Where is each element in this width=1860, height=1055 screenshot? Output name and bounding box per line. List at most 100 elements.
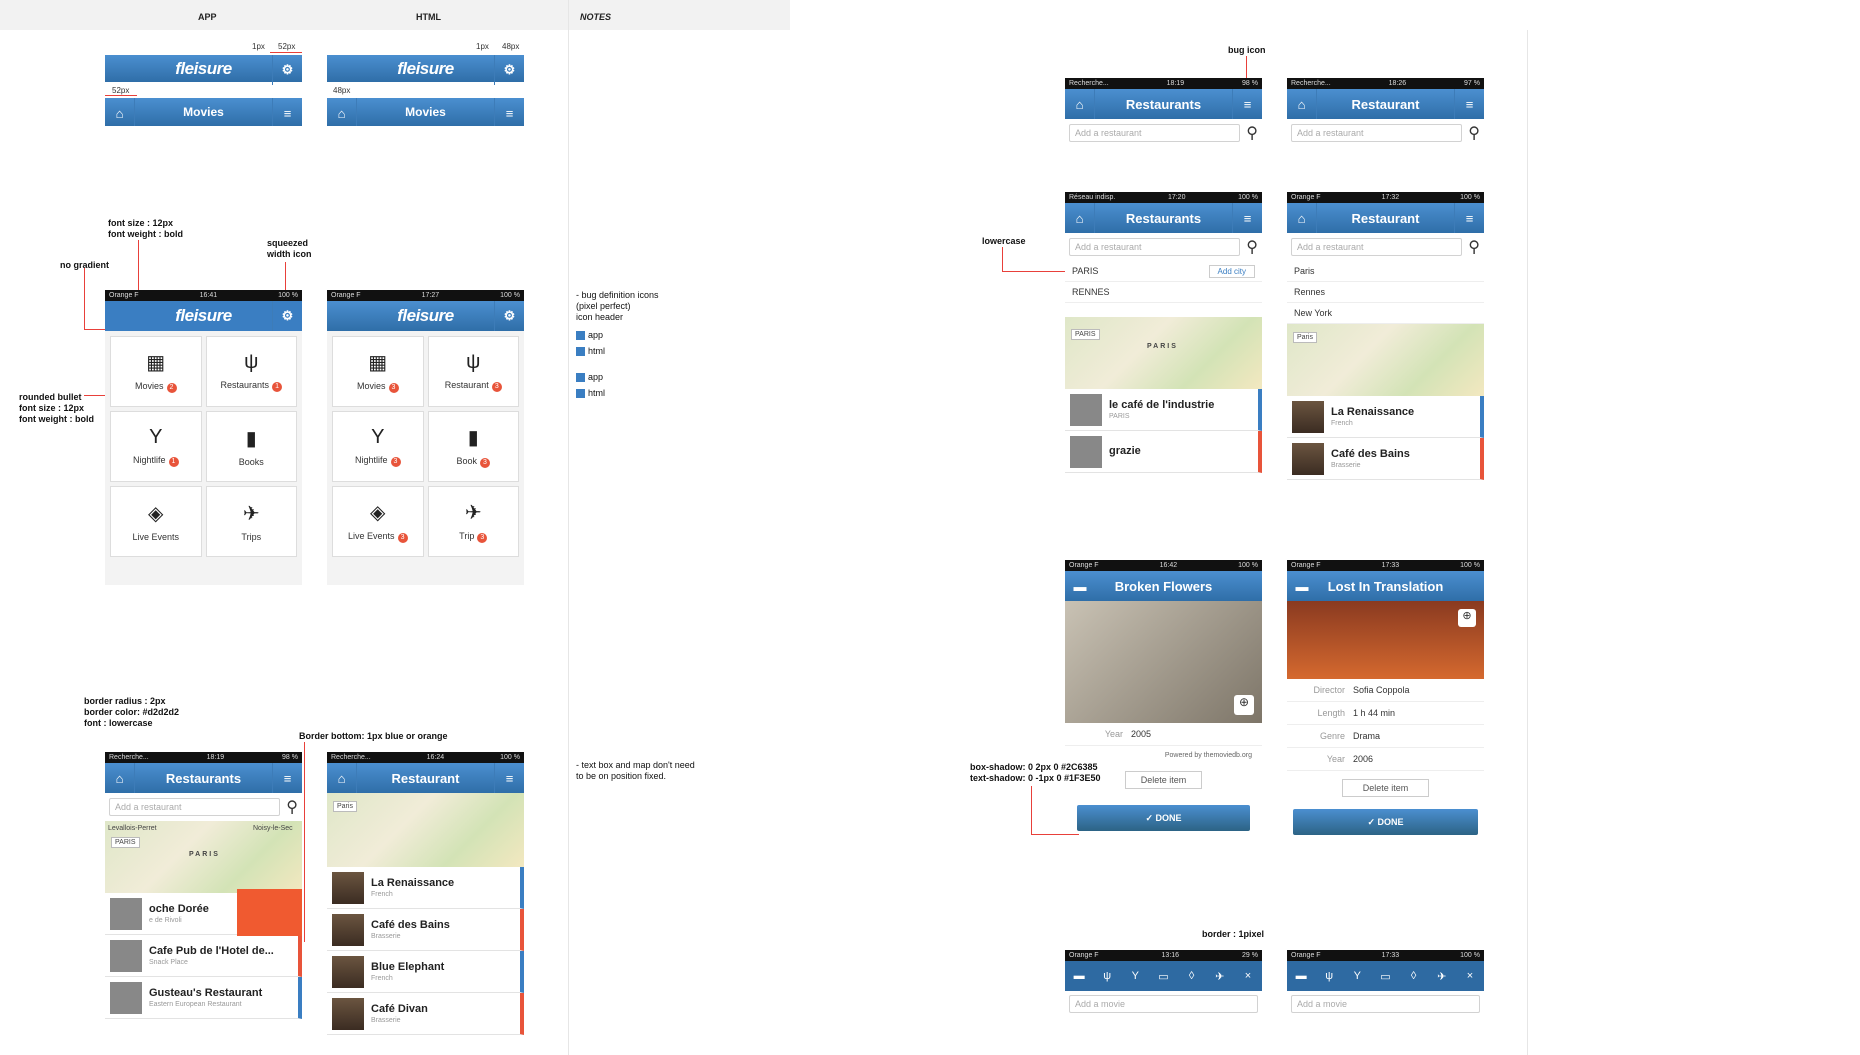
category-tile[interactable]: Y Nightlife 3 (332, 411, 424, 482)
map[interactable]: Paris (327, 793, 524, 867)
search-input[interactable]: Add a restaurant (1069, 238, 1241, 256)
list-item[interactable]: Café des Bains Brasserie (1287, 438, 1484, 480)
list-item[interactable]: Café Divan Brasserie (327, 993, 524, 1035)
close-icon[interactable]: × (1234, 970, 1262, 982)
glass-tab-icon[interactable]: Y (1343, 970, 1371, 982)
home-icon[interactable]: ⌂ (327, 763, 357, 793)
menu-icon[interactable]: ≡ (1454, 89, 1484, 119)
list-item[interactable]: Gusteau's Restaurant Eastern European Res… (105, 977, 302, 1019)
movie-icon[interactable]: ▬ (1287, 571, 1317, 601)
delete-button[interactable]: Delete item (1342, 779, 1429, 797)
plane-tab-icon[interactable]: ✈ (1206, 970, 1234, 983)
city-item[interactable]: RENNES (1065, 282, 1262, 303)
movie-poster: ⊕ (1287, 601, 1484, 679)
category-tile[interactable]: ▮ Book 3 (427, 411, 519, 482)
pin-icon[interactable]: ⚲ (1246, 123, 1258, 143)
menu-icon[interactable]: ≡ (494, 98, 524, 126)
map[interactable]: Paris (1287, 324, 1484, 396)
annotation-line (1031, 834, 1079, 835)
category-tile[interactable]: ▦ Movies 3 (332, 336, 424, 407)
list-item[interactable]: Cafe Pub de l'Hotel de... Snack Place (105, 935, 302, 977)
time: 18:19 (206, 754, 225, 761)
map[interactable]: Levallois-Perret Noisy-le-Sec PARIS PARIS (105, 821, 302, 893)
menu-icon[interactable]: ≡ (1454, 203, 1484, 233)
movie-tab-icon[interactable]: ▬ (1287, 970, 1315, 982)
category-tile[interactable]: ✈ Trips (205, 486, 297, 557)
list-item[interactable]: grazie (1065, 431, 1262, 473)
list-item[interactable]: La Renaissance French (1287, 396, 1484, 438)
html-cities-mock: Orange F 17:32 100 % ⌂ Restaurant ≡ Add a re… (1287, 192, 1484, 490)
category-tile[interactable]: ▮ Books (205, 411, 297, 482)
pin-icon[interactable]: ⚲ (1468, 123, 1480, 143)
menu-icon[interactable]: ≡ (272, 98, 302, 126)
city-dropdown[interactable]: PARIS (1071, 329, 1100, 340)
home-icon[interactable]: ⌂ (105, 98, 135, 126)
zoom-icon[interactable]: ⊕ (1234, 695, 1254, 715)
gear-icon[interactable]: ⚙ (272, 55, 302, 85)
gear-icon (576, 347, 585, 357)
city-item[interactable]: Rennes (1287, 282, 1484, 303)
home-icon[interactable]: ⌂ (1065, 89, 1095, 119)
carrier: Orange F (331, 292, 361, 299)
close-icon[interactable]: × (1456, 970, 1484, 982)
add-city-button[interactable]: Add city (1208, 264, 1255, 278)
home-icon[interactable]: ⌂ (105, 763, 135, 793)
ticket-tab-icon[interactable]: ◊ (1178, 970, 1206, 982)
pin-icon[interactable]: ⚲ (1246, 237, 1258, 257)
menu-icon[interactable]: ≡ (272, 763, 302, 793)
delete-button[interactable]: Delete item (1125, 771, 1202, 789)
movie-tab-icon[interactable]: ▬ (1065, 970, 1093, 982)
gear-icon[interactable]: ⚙ (494, 301, 524, 331)
category-tile[interactable]: ψ Restaurant 3 (427, 336, 519, 407)
gear-icon[interactable]: ⚙ (272, 301, 302, 331)
home-icon[interactable]: ⌂ (1065, 203, 1095, 233)
search-input[interactable]: Add a restaurant (1069, 124, 1241, 142)
movie-search-input[interactable]: Add a movie (1291, 995, 1480, 1013)
search-input[interactable]: Add a restaurant (1291, 124, 1463, 142)
category-tile[interactable]: ψ Restaurants 1 (205, 336, 297, 407)
city-item[interactable]: PARIS (1072, 266, 1098, 276)
home-icon[interactable]: ⌂ (327, 98, 357, 126)
city-dropdown[interactable]: PARIS (111, 837, 140, 848)
category-tile[interactable]: ▦ Movies 2 (110, 336, 202, 407)
list-item[interactable]: Blue Elephant French (327, 951, 524, 993)
search-input[interactable]: Add a restaurant (1291, 238, 1463, 256)
plane-tab-icon[interactable]: ✈ (1428, 970, 1456, 983)
note-label: app (588, 330, 604, 340)
city-dropdown[interactable]: Paris (1293, 332, 1317, 343)
done-button[interactable]: ✓ DONE (1293, 809, 1478, 835)
city-dropdown[interactable]: Paris (333, 801, 357, 812)
map[interactable]: PARIS PARIS (1065, 317, 1262, 389)
zoom-icon[interactable]: ⊕ (1458, 609, 1476, 627)
category-tile[interactable]: ◈ Live Events (110, 486, 202, 557)
ticket-tab-icon[interactable]: ◊ (1400, 970, 1428, 982)
menu-icon[interactable]: ≡ (1232, 89, 1262, 119)
category-icon: ▦ (146, 352, 166, 374)
delete-swipe[interactable] (237, 889, 302, 936)
count-badge: 1 (272, 382, 283, 392)
movie-icon[interactable]: ▬ (1065, 571, 1095, 601)
city-item[interactable]: Paris (1287, 261, 1484, 282)
pin-icon[interactable]: ⚲ (1468, 237, 1480, 257)
menu-icon[interactable]: ≡ (1232, 203, 1262, 233)
list-item[interactable]: Café des Bains Brasserie (327, 909, 524, 951)
pin-icon[interactable]: ⚲ (286, 797, 298, 817)
category-tile[interactable]: Y Nightlife 1 (110, 411, 202, 482)
menu-icon[interactable]: ≡ (494, 763, 524, 793)
home-icon[interactable]: ⌂ (1287, 203, 1317, 233)
glass-tab-icon[interactable]: Y (1121, 970, 1149, 982)
category-tile[interactable]: ✈ Trip 3 (427, 486, 519, 557)
movie-search-input[interactable]: Add a movie (1069, 995, 1258, 1013)
city-item[interactable]: New York (1287, 303, 1484, 324)
fork-tab-icon[interactable]: ψ (1315, 970, 1343, 982)
list-item[interactable]: le café de l'industrie PARIS (1065, 389, 1262, 431)
book-tab-icon[interactable]: ▭ (1371, 970, 1399, 983)
fork-tab-icon[interactable]: ψ (1093, 970, 1121, 982)
category-tile[interactable]: ◈ Live Events 3 (332, 486, 424, 557)
home-icon[interactable]: ⌂ (1287, 89, 1317, 119)
book-tab-icon[interactable]: ▭ (1149, 970, 1177, 983)
search-input[interactable]: Add a restaurant (109, 798, 281, 816)
gear-icon[interactable]: ⚙ (494, 55, 524, 85)
done-button[interactable]: ✓ DONE (1077, 805, 1250, 831)
list-item[interactable]: La Renaissance French (327, 867, 524, 909)
